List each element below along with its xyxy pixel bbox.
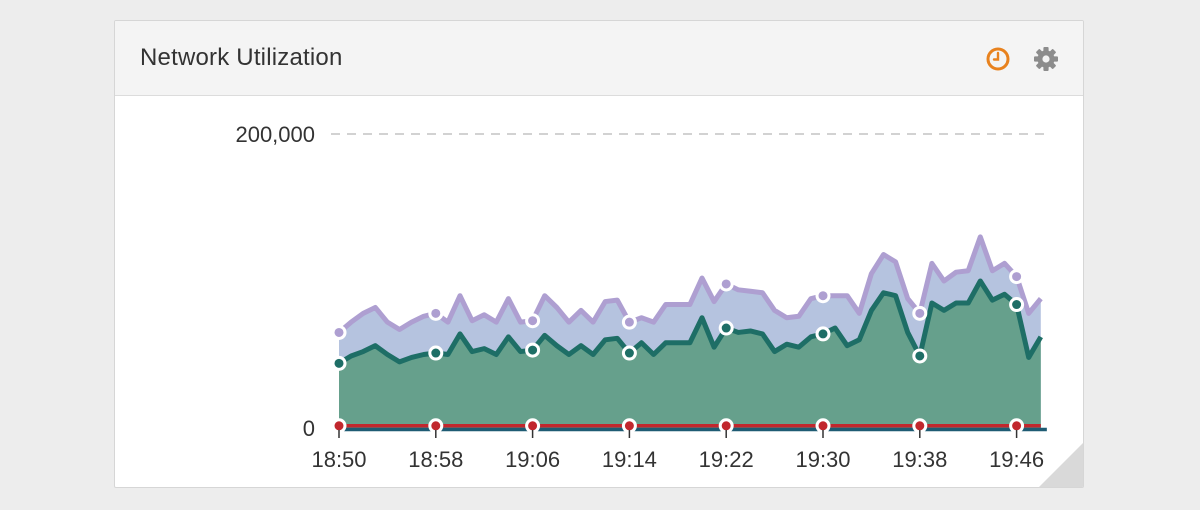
series-1-marker — [718, 320, 734, 336]
network-utilization-chart: 0 200,000 18:50 18:58 19:06 19:14 19:22 19:30 19… — [235, 122, 1047, 472]
y-tick-label: 200,000 — [235, 122, 315, 147]
x-tick-label: 19:22 — [699, 447, 754, 472]
series-2-marker — [331, 418, 347, 434]
series-0-marker — [912, 305, 928, 321]
series-2-marker — [1009, 418, 1025, 434]
x-tick-label: 19:30 — [795, 447, 850, 472]
series-0-marker — [428, 305, 444, 321]
series-1-marker — [621, 345, 637, 361]
resize-handle[interactable] — [1039, 443, 1083, 487]
series-2-marker — [718, 418, 734, 434]
x-tick-label: 19:46 — [989, 447, 1044, 472]
series-1-marker — [912, 348, 928, 364]
series-0-marker — [621, 314, 637, 330]
series-1-marker — [331, 355, 347, 371]
series-0-marker — [525, 313, 541, 329]
series-2-marker — [428, 418, 444, 434]
series-0-marker — [1009, 269, 1025, 285]
series-0-marker — [331, 324, 347, 340]
series-2-marker — [525, 418, 541, 434]
series-0-marker — [815, 288, 831, 304]
series-1-marker — [428, 345, 444, 361]
series-2-marker — [912, 418, 928, 434]
series-1-marker — [815, 326, 831, 342]
series-2-marker — [815, 418, 831, 434]
x-tick-label: 18:58 — [408, 447, 463, 472]
x-tick-label: 19:14 — [602, 447, 657, 472]
series-0-marker — [718, 276, 734, 292]
series-1-marker — [1009, 297, 1025, 313]
series-2-marker — [621, 418, 637, 434]
network-utilization-panel: Network Utilization 0 200,000 18:50 18:5… — [114, 20, 1084, 488]
x-tick-label: 18:50 — [311, 447, 366, 472]
y-tick-label: 0 — [303, 416, 315, 441]
series-1-marker — [525, 342, 541, 358]
x-tick-label: 19:06 — [505, 447, 560, 472]
x-tick-label: 19:38 — [892, 447, 947, 472]
